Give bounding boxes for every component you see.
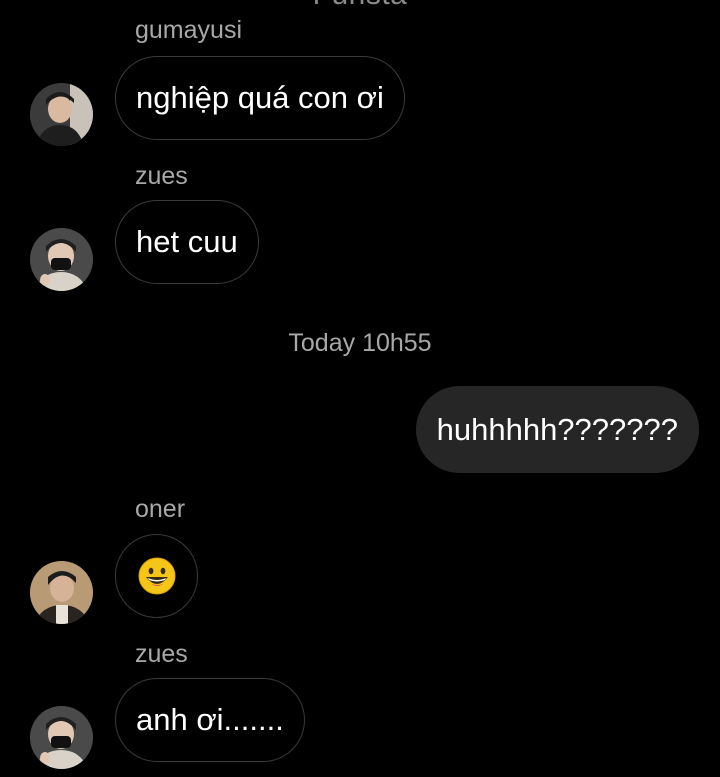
grinning-face-emoji-icon xyxy=(138,557,175,595)
timestamp-divider: Today 10h55 xyxy=(288,329,432,357)
message-text: het cuu xyxy=(136,224,238,259)
avatar-zues[interactable] xyxy=(30,228,93,291)
message-text: nghiệp quá con ơi xyxy=(136,80,384,115)
avatar-zues-2[interactable] xyxy=(30,706,93,769)
message-bubble-oner[interactable] xyxy=(115,534,198,618)
outgoing-message-bubble[interactable]: huhhhhh??????? xyxy=(415,386,699,473)
sender-name-gumayusi: gumayusi xyxy=(135,16,242,44)
sender-name-zues-2: zues xyxy=(135,640,188,668)
sender-name-zues: zues xyxy=(135,162,188,190)
message-bubble-zues-1[interactable]: het cuu xyxy=(115,200,259,284)
message-text: anh ơi....... xyxy=(136,702,284,737)
message-bubble-gumayusi[interactable]: nghiệp quá con ơi xyxy=(115,56,405,140)
avatar-oner[interactable] xyxy=(30,561,93,624)
chat-header-title: Funsta xyxy=(0,0,720,12)
message-text: huhhhhh??????? xyxy=(436,411,678,447)
sender-name-oner: oner xyxy=(135,495,186,523)
avatar-gumayusi[interactable] xyxy=(30,83,93,146)
message-bubble-zues-2[interactable]: anh ơi....... xyxy=(115,678,305,762)
